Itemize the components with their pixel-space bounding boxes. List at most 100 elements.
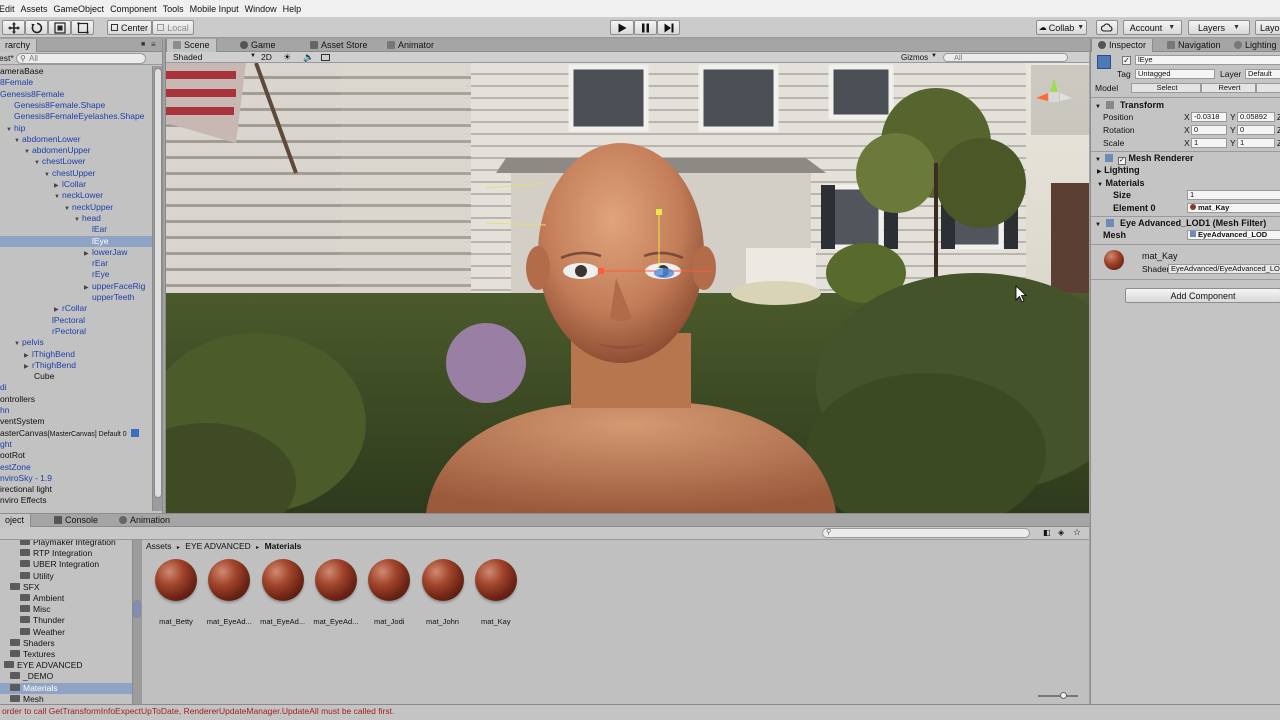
rotate-tool-button[interactable]: [25, 20, 48, 35]
hierarchy-item[interactable]: estZone: [0, 462, 152, 473]
size-field[interactable]: 1: [1187, 190, 1280, 200]
hierarchy-item[interactable]: rEar: [0, 258, 152, 269]
project-tree-scroll-thumb[interactable]: [133, 600, 141, 618]
menu-edit[interactable]: Edit: [0, 4, 21, 14]
project-folder-item[interactable]: Utility: [0, 571, 132, 582]
hierarchy-item[interactable]: Genesis8Female.Shape: [0, 100, 152, 111]
element0-field[interactable]: mat_Kay: [1187, 203, 1280, 213]
project-search-input[interactable]: ⚲: [822, 528, 1030, 538]
project-folder-item[interactable]: RTP Integration: [0, 548, 132, 559]
hierarchy-item[interactable]: ▶ rThighBend: [0, 360, 152, 371]
tab-lighting[interactable]: Lighting: [1228, 39, 1280, 52]
model-revert-button[interactable]: Revert: [1201, 83, 1256, 93]
hierarchy-item[interactable]: ameraBase: [0, 66, 152, 77]
play-button[interactable]: [610, 20, 634, 35]
model-select-button[interactable]: Select: [1131, 83, 1201, 93]
transform-header[interactable]: ▼ Transform: [1095, 99, 1280, 111]
lock-icon[interactable]: ■: [141, 41, 145, 48]
layout-dropdown[interactable]: Layo: [1255, 20, 1280, 35]
panel-menu-icon[interactable]: ≡: [151, 40, 156, 49]
model-open-button[interactable]: [1256, 83, 1280, 93]
thumbnail-size-slider[interactable]: [1038, 692, 1078, 699]
hierarchy-item[interactable]: ▶ lowerJaw: [0, 247, 152, 258]
menu-mobile-input[interactable]: Mobile Input: [190, 4, 245, 14]
add-component-button[interactable]: Add Component: [1125, 288, 1280, 303]
breadcrumb-eye-advanced[interactable]: EYE ADVANCED: [185, 541, 251, 551]
hierarchy-item[interactable]: Cube: [0, 371, 152, 382]
pivot-center-toggle[interactable]: Center: [107, 20, 152, 35]
hierarchy-item[interactable]: irectional light: [0, 484, 152, 495]
hierarchy-item[interactable]: ▶ rCollar: [0, 303, 152, 314]
menu-window[interactable]: Window: [245, 4, 283, 14]
hierarchy-item[interactable]: ▼ neckLower: [0, 190, 152, 201]
rotation-y-field[interactable]: 0: [1237, 125, 1275, 135]
hierarchy-item[interactable]: ▼ pelvis: [0, 337, 152, 348]
tab-hierarchy[interactable]: rarchy: [0, 39, 38, 52]
project-folder-item[interactable]: SFX: [0, 582, 132, 593]
menu-tools[interactable]: Tools: [163, 4, 190, 14]
hierarchy-item[interactable]: rEye: [0, 269, 152, 280]
hierarchy-item[interactable]: hn: [0, 405, 152, 416]
hierarchy-scrollbar[interactable]: [152, 66, 162, 511]
mesh-field[interactable]: EyeAdvanced_LOD: [1187, 230, 1280, 240]
hierarchy-item[interactable]: ▶ lCollar: [0, 179, 152, 190]
tab-game[interactable]: Game: [234, 39, 282, 52]
project-folder-item[interactable]: Shaders: [0, 638, 132, 649]
hierarchy-item[interactable]: ▶ upperFaceRig: [0, 281, 152, 292]
hierarchy-item[interactable]: ▼ chestUpper: [0, 168, 152, 179]
scene-orientation-gizmo[interactable]: [1031, 65, 1089, 135]
hierarchy-item[interactable]: asterCanvas[MasterCanvas] Default 0: [0, 428, 152, 439]
hierarchy-item[interactable]: rPectoral: [0, 326, 152, 337]
hierarchy-item[interactable]: lEye: [0, 235, 152, 247]
tab-console[interactable]: Console: [48, 514, 104, 527]
layer-dropdown[interactable]: Default: [1245, 69, 1280, 79]
material-asset[interactable]: mat_Kay: [472, 556, 520, 628]
scene-search-input[interactable]: All: [943, 53, 1068, 62]
tab-project[interactable]: oject: [0, 514, 32, 527]
hierarchy-item[interactable]: ▼ neckUpper: [0, 202, 152, 213]
menu-assets[interactable]: Assets: [21, 4, 54, 14]
scale-x-field[interactable]: 1: [1191, 138, 1227, 148]
space-local-toggle[interactable]: Local: [152, 20, 194, 35]
project-folder-item[interactable]: UBER Integration: [0, 559, 132, 570]
slider-handle[interactable]: [1060, 692, 1067, 699]
breadcrumb-materials[interactable]: Materials: [265, 541, 302, 551]
menu-help[interactable]: Help: [283, 4, 308, 14]
hierarchy-item[interactable]: ▼ abdomenLower: [0, 134, 152, 145]
collab-dropdown[interactable]: ☁ Collab ▼: [1036, 20, 1087, 35]
tab-animation[interactable]: Animation: [113, 514, 176, 527]
hierarchy-search-input[interactable]: ⚲ All: [16, 53, 146, 64]
filter-by-type-icon[interactable]: ◧: [1043, 528, 1051, 537]
project-folder-item[interactable]: _DEMO: [0, 671, 132, 682]
breadcrumb-assets[interactable]: Assets: [146, 541, 172, 551]
lighting-toggle-icon[interactable]: ☀: [283, 52, 291, 63]
hierarchy-item[interactable]: ootRot: [0, 450, 152, 461]
scale-y-field[interactable]: 1: [1237, 138, 1275, 148]
project-tree-scrollbar[interactable]: [132, 540, 141, 705]
material-asset[interactable]: mat_EyeAd...: [312, 556, 360, 628]
hierarchy-item[interactable]: ▼ abdomenUpper: [0, 145, 152, 156]
position-y-field[interactable]: 0.05892: [1237, 112, 1275, 122]
project-folder-item[interactable]: Ambient: [0, 593, 132, 604]
hierarchy-item[interactable]: nviro Effects: [0, 495, 152, 506]
project-folder-item[interactable]: EYE ADVANCED: [0, 660, 132, 671]
position-x-field[interactable]: -0.0318: [1191, 112, 1227, 122]
material-asset[interactable]: mat_EyeAd...: [259, 556, 307, 628]
rect-tool-button[interactable]: [71, 20, 94, 35]
shader-dropdown[interactable]: EyeAdvanced/EyeAdvanced_LO: [1168, 264, 1280, 274]
tab-scene[interactable]: Scene: [166, 39, 217, 52]
move-tool-button[interactable]: [2, 20, 25, 35]
menu-component[interactable]: Component: [110, 4, 163, 14]
favorite-star-icon[interactable]: ☆: [1073, 527, 1081, 538]
tab-animator[interactable]: Animator: [381, 39, 440, 52]
step-button[interactable]: [657, 20, 680, 35]
hierarchy-item[interactable]: lPectoral: [0, 315, 152, 326]
tag-dropdown[interactable]: Untagged: [1135, 69, 1215, 79]
hierarchy-item[interactable]: ▶ lThighBend: [0, 349, 152, 360]
hierarchy-item[interactable]: ▼ chestLower: [0, 156, 152, 167]
lighting-foldout[interactable]: ▶ Lighting: [1097, 164, 1280, 176]
hierarchy-item[interactable]: Genesis8FemaleEyelashes.Shape: [0, 111, 152, 122]
effects-toggle-icon[interactable]: [321, 54, 330, 61]
tab-asset-store[interactable]: Asset Store: [304, 39, 374, 52]
material-asset[interactable]: mat_Jodi: [365, 556, 413, 628]
